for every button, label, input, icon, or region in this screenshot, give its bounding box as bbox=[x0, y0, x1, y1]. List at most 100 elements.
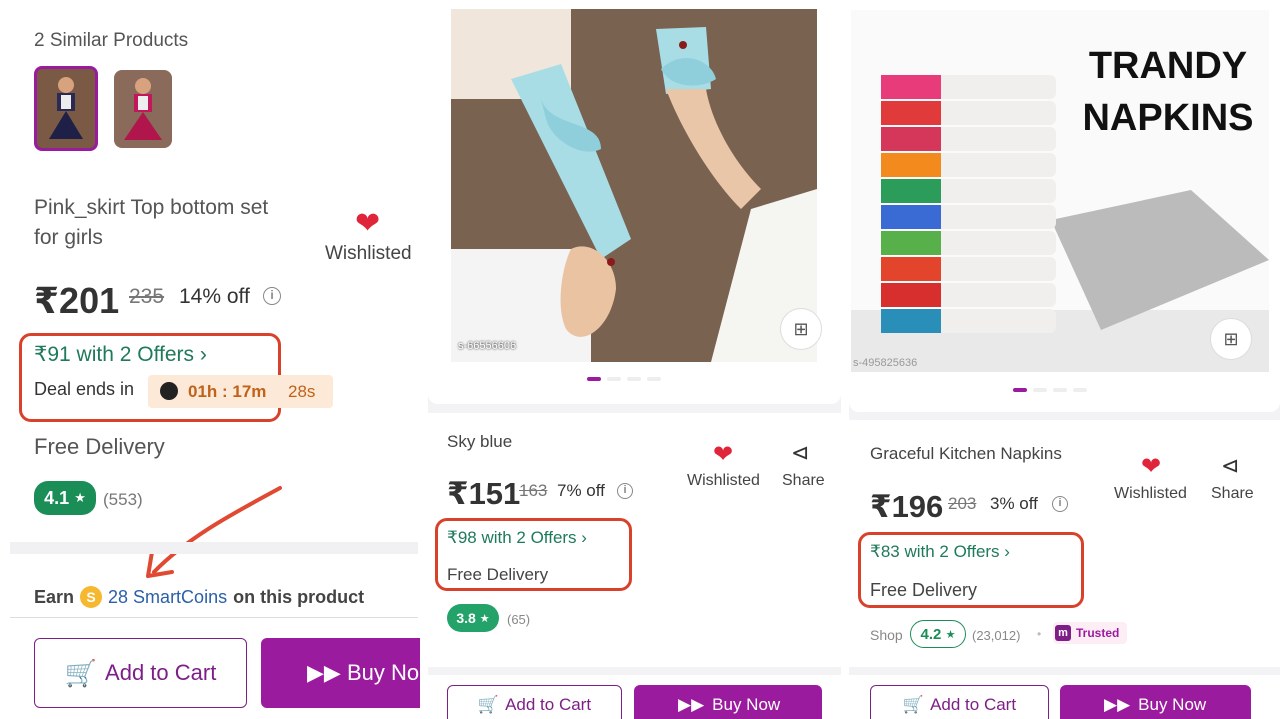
rating-value: 4.2 bbox=[920, 625, 942, 643]
heart-icon[interactable]: ❤ bbox=[713, 440, 733, 469]
add-to-cart-label: Add to Cart bbox=[505, 695, 592, 714]
discount: 14% off bbox=[179, 285, 250, 308]
image-code: s-66556606 bbox=[458, 340, 517, 352]
product-title: Graceful Kitchen Napkins bbox=[870, 444, 1062, 463]
dot-active bbox=[587, 377, 601, 381]
heart-icon[interactable]: ❤ bbox=[1141, 452, 1161, 481]
smartcoins-link[interactable]: 28 SmartCoins bbox=[108, 587, 227, 608]
offers-link[interactable]: ₹83 with 2 Offers › bbox=[870, 542, 1010, 562]
image-code: s-495825636 bbox=[853, 357, 918, 369]
cart-icon: 🛒 bbox=[64, 657, 98, 688]
chevron-right-icon: › bbox=[199, 343, 207, 366]
image-title-line: NAPKINS bbox=[1082, 97, 1254, 139]
double-play-icon: ▶▶ bbox=[678, 695, 705, 714]
rating-value: 3.8 bbox=[456, 610, 476, 626]
buy-now-button[interactable]: ▶▶ Buy Now bbox=[634, 685, 822, 719]
add-to-cart-label: Add to Cart bbox=[105, 660, 217, 685]
dot bbox=[607, 377, 621, 381]
add-image-icon[interactable]: ⊞ bbox=[780, 308, 822, 350]
rating-count: (65) bbox=[507, 612, 531, 627]
discount: 3% off bbox=[990, 494, 1038, 513]
delivery-text: Free Delivery bbox=[447, 565, 549, 584]
wishlisted-label: Wishlisted bbox=[687, 472, 760, 489]
offers-text: ₹83 with 2 Offers bbox=[870, 542, 1000, 561]
star-icon: ★ bbox=[74, 490, 86, 505]
rating-count: (553) bbox=[103, 490, 143, 509]
product-title: Pink_skirt Top bottom set for girls bbox=[34, 196, 269, 249]
girl-dress-thumbnail bbox=[114, 70, 172, 148]
offers-link[interactable]: ₹91 with 2 Offers › bbox=[34, 342, 207, 367]
info-icon[interactable]: i bbox=[1052, 496, 1068, 512]
info-icon[interactable]: i bbox=[263, 287, 281, 305]
buy-now-button[interactable]: ▶▶ Buy Now bbox=[1060, 685, 1251, 719]
product-panel-skirt: 2 Similar Products Pink_skirt Top bottom… bbox=[0, 0, 420, 719]
price: ₹196 bbox=[870, 489, 944, 524]
carousel-dots bbox=[587, 377, 661, 381]
coin-icon: S bbox=[80, 586, 103, 608]
earn-text: Earn bbox=[34, 586, 75, 607]
comparison-collage: 2 Similar Products Pink_skirt Top bottom… bbox=[0, 0, 1280, 719]
delivery-text: Free Delivery bbox=[34, 434, 165, 459]
share-icon[interactable]: ⊲ bbox=[1221, 453, 1239, 479]
rating-badge: 4.1 ★ bbox=[34, 481, 96, 515]
wishlisted-label: Wishlisted bbox=[1114, 485, 1187, 502]
similar-thumb-2[interactable] bbox=[114, 70, 172, 148]
rating-count: (23,012) bbox=[972, 628, 1021, 643]
girl-dress-thumbnail bbox=[37, 69, 95, 148]
cart-icon: 🛒 bbox=[477, 695, 500, 714]
product-image[interactable] bbox=[451, 9, 817, 362]
share-icon[interactable]: ⊲ bbox=[791, 440, 809, 466]
meesho-logo-icon: m bbox=[1055, 625, 1071, 641]
delivery-text: Free Delivery bbox=[870, 580, 978, 600]
dot bbox=[1033, 388, 1047, 392]
cart-icon: 🛒 bbox=[902, 695, 925, 714]
star-icon: ★ bbox=[479, 612, 490, 625]
chevron-right-icon: › bbox=[1004, 542, 1010, 561]
sandals-photo bbox=[451, 9, 817, 362]
share-label: Share bbox=[1211, 485, 1254, 502]
info-icon[interactable]: i bbox=[617, 483, 633, 499]
similar-products-label: 2 Similar Products bbox=[34, 30, 189, 51]
shop-label: Shop bbox=[870, 627, 903, 643]
heart-icon[interactable]: ❤ bbox=[355, 206, 380, 241]
add-image-icon[interactable]: ⊞ bbox=[1210, 318, 1252, 360]
divider bbox=[10, 542, 418, 554]
buy-now-button[interactable]: ▶▶ Buy No bbox=[261, 638, 420, 708]
dot bbox=[627, 377, 641, 381]
add-to-cart-label: Add to Cart bbox=[930, 695, 1017, 714]
rating-badge: 3.8 ★ bbox=[447, 604, 499, 632]
offers-text: ₹91 with 2 Offers bbox=[34, 343, 195, 366]
double-play-icon: ▶▶ bbox=[307, 660, 341, 685]
image-headline: TRANDY NAPKINS bbox=[1073, 40, 1263, 144]
price: ₹201 bbox=[34, 280, 120, 321]
discount: 7% off bbox=[557, 481, 605, 500]
divider bbox=[10, 617, 418, 618]
double-play-icon: ▶▶ bbox=[1104, 695, 1131, 714]
add-to-cart-button[interactable]: 🛒 Add to Cart bbox=[34, 638, 247, 708]
dot bbox=[647, 377, 661, 381]
similar-thumb-1[interactable] bbox=[34, 66, 98, 151]
dot bbox=[1053, 388, 1067, 392]
price: ₹151 bbox=[447, 476, 521, 511]
carousel-dots bbox=[1013, 388, 1087, 392]
chevron-right-icon: › bbox=[581, 528, 587, 547]
deal-timer: 01h : 17m 28s bbox=[148, 375, 333, 408]
rating-value: 4.1 bbox=[44, 487, 70, 508]
buy-now-label: Buy Now bbox=[712, 695, 781, 714]
mrp: 163 bbox=[519, 481, 548, 500]
product-panel-napkins: TRANDY NAPKINS s-495825636 ⊞ Graceful Ki… bbox=[849, 0, 1280, 719]
mrp: 203 bbox=[948, 494, 977, 513]
bomb-icon bbox=[160, 382, 178, 400]
separator-dot: • bbox=[1037, 627, 1042, 641]
buy-now-label: Buy Now bbox=[1138, 695, 1207, 714]
trusted-badge: m Trusted bbox=[1053, 622, 1128, 644]
add-to-cart-button[interactable]: 🛒 Add to Cart bbox=[870, 685, 1049, 719]
wishlisted-label: Wishlisted bbox=[325, 243, 412, 264]
product-panel-sandals: s-66556606 ⊞ Sky blue ❤ Wishlisted ⊲ Sha… bbox=[428, 0, 841, 719]
smartcoins-row: Earn S 28 SmartCoins on this product bbox=[34, 586, 364, 608]
buy-now-label: Buy No bbox=[347, 660, 420, 685]
star-icon: ★ bbox=[945, 628, 956, 641]
annotation-arrow-icon bbox=[146, 486, 282, 578]
offers-link[interactable]: ₹98 with 2 Offers › bbox=[447, 528, 587, 548]
add-to-cart-button[interactable]: 🛒 Add to Cart bbox=[447, 685, 622, 719]
